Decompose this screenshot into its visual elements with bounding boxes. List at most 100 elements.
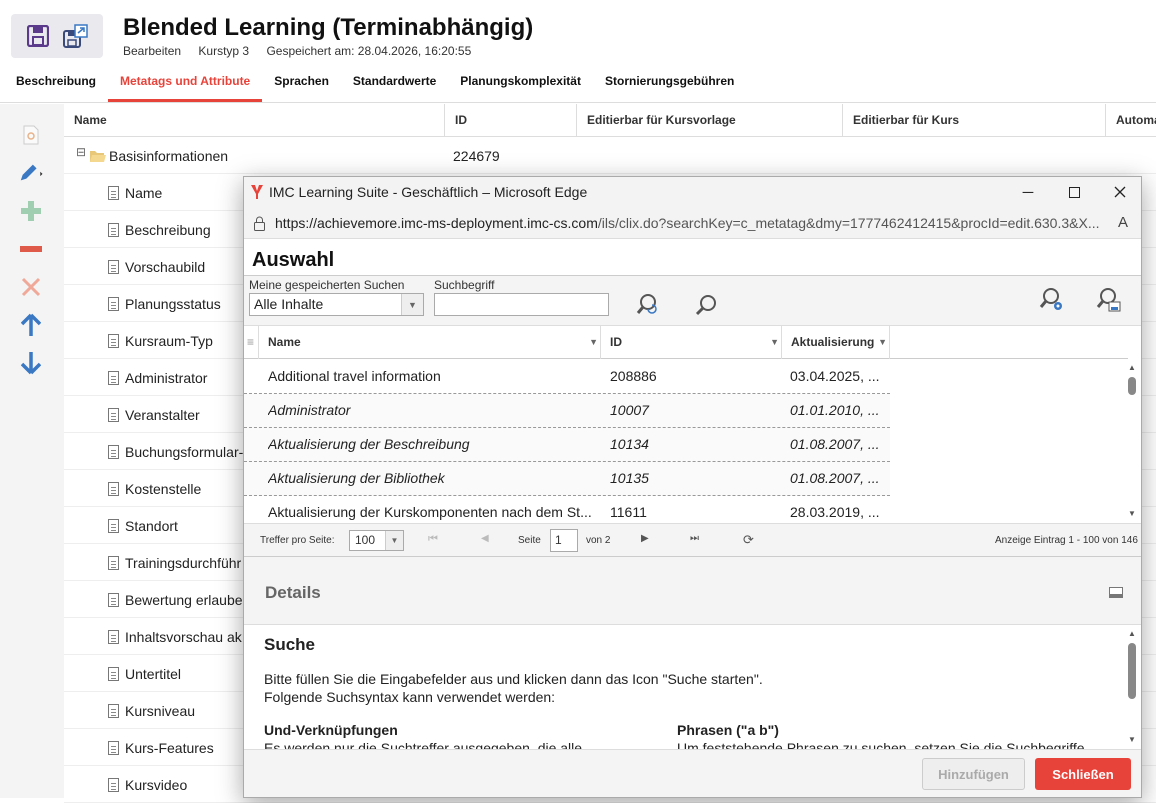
tab-metatags[interactable]: Metatags und Attribute bbox=[108, 66, 263, 102]
tree-root-row[interactable]: ⊟ Basisinformationen 224679 bbox=[64, 137, 1156, 174]
results-col-updated[interactable]: Aktualisierung ▼ bbox=[782, 326, 890, 359]
saved-search-manage-icon[interactable] bbox=[1096, 287, 1122, 313]
app-logo-icon bbox=[251, 185, 263, 199]
add-icon[interactable] bbox=[18, 198, 44, 224]
tab-stornierungsgebuehren[interactable]: Stornierungsgebühren bbox=[593, 66, 746, 102]
results-col-name-label: Name bbox=[268, 335, 301, 349]
delete-icon[interactable] bbox=[18, 274, 44, 300]
move-up-icon[interactable] bbox=[18, 312, 44, 338]
search-reset-icon[interactable] bbox=[635, 292, 661, 318]
tree-item-label: Kostenstelle bbox=[125, 481, 202, 497]
col-automatic[interactable]: Automa bbox=[1106, 104, 1156, 137]
results-col-name[interactable]: Name ▼ bbox=[259, 326, 601, 359]
document-icon bbox=[108, 445, 119, 459]
document-icon bbox=[108, 778, 119, 792]
results-col-id[interactable]: ID ▼ bbox=[601, 326, 782, 359]
scroll-thumb[interactable] bbox=[1128, 643, 1136, 699]
tree-item-label: Buchungsformular- bbox=[125, 444, 244, 460]
close-window-icon[interactable] bbox=[1097, 177, 1143, 207]
saved-search-select[interactable]: Alle Inhalte ▼ bbox=[249, 293, 424, 316]
result-cell-updated: 01.01.2010, ... bbox=[790, 402, 880, 418]
new-document-icon[interactable] bbox=[18, 122, 44, 148]
row-handle-icon: ≡ bbox=[244, 326, 259, 359]
url-path: /ils/clix.do?searchKey=c_metatag&dmy=177… bbox=[597, 215, 1100, 231]
tree-item-label: Vorschaubild bbox=[125, 259, 206, 275]
document-icon bbox=[108, 593, 119, 607]
scroll-down-icon[interactable]: ▼ bbox=[1128, 509, 1136, 518]
remove-icon[interactable] bbox=[18, 236, 44, 262]
details-title: Details bbox=[265, 583, 321, 602]
col-editable-template[interactable]: Editierbar für Kursvorlage bbox=[577, 104, 843, 137]
result-cell-id: 10135 bbox=[610, 470, 649, 486]
document-icon bbox=[108, 371, 119, 385]
save-icon[interactable] bbox=[23, 22, 53, 50]
results-scrollbar[interactable]: ▲ ▼ bbox=[1127, 363, 1137, 519]
saved-search-label: Meine gespeicherten Suchen bbox=[249, 278, 405, 292]
result-cell-id: 11611 bbox=[610, 504, 647, 520]
scroll-up-icon[interactable]: ▲ bbox=[1128, 363, 1136, 372]
tree-item-label: Kurs-Features bbox=[125, 740, 214, 756]
result-row[interactable]: Aktualisierung der Beschreibung 10134 01.0… bbox=[244, 428, 890, 462]
chevron-down-icon[interactable]: ▼ bbox=[401, 294, 423, 315]
per-page-select[interactable]: 100 ▼ bbox=[349, 530, 404, 551]
chevron-down-icon[interactable]: ▼ bbox=[589, 326, 598, 359]
move-down-icon[interactable] bbox=[18, 350, 44, 376]
maximize-icon[interactable] bbox=[1051, 177, 1097, 207]
result-row[interactable]: Aktualisierung der Bibliothek 10135 01.08.… bbox=[244, 462, 890, 496]
tab-sprachen[interactable]: Sprachen bbox=[262, 66, 341, 102]
edit-icon[interactable] bbox=[18, 160, 44, 186]
address-bar[interactable]: https://achievemore.imc-ms-deployment.im… bbox=[244, 207, 1141, 239]
result-row[interactable]: Administrator 10007 01.01.2010, ... bbox=[244, 394, 890, 428]
chevron-down-icon[interactable]: ▼ bbox=[770, 326, 779, 359]
scroll-up-icon[interactable]: ▲ bbox=[1128, 629, 1136, 638]
result-cell-id: 10007 bbox=[610, 402, 649, 418]
chevron-down-icon[interactable]: ▼ bbox=[385, 531, 403, 550]
last-page-icon[interactable]: ⏭ bbox=[690, 533, 699, 544]
collapse-panel-icon[interactable] bbox=[1109, 587, 1123, 598]
col-id[interactable]: ID bbox=[445, 104, 577, 137]
refresh-icon[interactable]: ⟳ bbox=[743, 532, 754, 548]
result-cell-name: Aktualisierung der Beschreibung bbox=[268, 436, 470, 452]
window-title: IMC Learning Suite - Geschäftlich – Micr… bbox=[269, 184, 588, 200]
page-count-label: von 2 bbox=[586, 535, 611, 546]
col-name[interactable]: Name bbox=[64, 104, 445, 137]
result-cell-updated: 01.08.2007, ... bbox=[790, 470, 880, 486]
window-titlebar: IMC Learning Suite - Geschäftlich – Micr… bbox=[244, 177, 1141, 207]
tree-item-label: Untertitel bbox=[125, 666, 182, 682]
page-title: Blended Learning (Terminabhängig) bbox=[123, 14, 534, 41]
search-settings-icon[interactable] bbox=[1039, 287, 1065, 313]
tab-planungskomplexitaet[interactable]: Planungskomplexität bbox=[448, 66, 593, 102]
result-cell-name: Aktualisierung der Bibliothek bbox=[268, 470, 445, 486]
first-page-icon[interactable]: ⏮ bbox=[428, 533, 438, 546]
page-input[interactable]: 1 bbox=[550, 529, 578, 552]
search-icon[interactable] bbox=[693, 292, 719, 318]
mode-label: Bearbeiten bbox=[123, 44, 182, 58]
details-scrollbar[interactable]: ▲ ▼ bbox=[1127, 629, 1137, 745]
document-icon bbox=[108, 260, 119, 274]
save-as-icon[interactable] bbox=[61, 22, 91, 50]
results-pager: Treffer pro Seite: 100 ▼ ⏮ ◀ Seite 1 von … bbox=[244, 523, 1141, 557]
minimize-icon[interactable]: ─ bbox=[1005, 177, 1051, 207]
col-editable-course[interactable]: Editierbar für Kurs bbox=[843, 104, 1106, 137]
header-icon-group bbox=[11, 14, 103, 58]
read-aloud-icon[interactable]: A bbox=[1118, 214, 1128, 231]
chevron-down-icon[interactable]: ▼ bbox=[878, 326, 887, 359]
per-page-label: Treffer pro Seite: bbox=[260, 535, 335, 546]
url-text[interactable]: https://achievemore.imc-ms-deployment.im… bbox=[275, 215, 1105, 231]
tab-beschreibung[interactable]: Beschreibung bbox=[0, 66, 108, 102]
tree-item-label: Planungsstatus bbox=[125, 296, 221, 312]
add-button[interactable]: Hinzufügen bbox=[922, 758, 1025, 790]
search-term-input[interactable] bbox=[434, 293, 609, 316]
next-page-icon[interactable]: ▶ bbox=[641, 533, 649, 544]
scroll-thumb[interactable] bbox=[1128, 377, 1136, 395]
close-button[interactable]: Schließen bbox=[1035, 758, 1131, 790]
scroll-down-icon[interactable]: ▼ bbox=[1128, 735, 1136, 744]
prev-page-icon[interactable]: ◀ bbox=[481, 533, 489, 544]
tab-standardwerte[interactable]: Standardwerte bbox=[341, 66, 448, 102]
saved-search-value: Alle Inhalte bbox=[254, 296, 324, 312]
result-row[interactable]: Additional travel information 208886 03.04… bbox=[244, 360, 890, 394]
result-cell-id: 208886 bbox=[610, 368, 657, 384]
search-filter-bar: Meine gespeicherten Suchen Alle Inhalte ▼… bbox=[244, 276, 1141, 326]
collapse-toggle-icon[interactable]: ⊟ bbox=[76, 145, 86, 159]
help-phrase-text: Um feststehende Phrasen zu suchen, setze… bbox=[677, 740, 1085, 749]
